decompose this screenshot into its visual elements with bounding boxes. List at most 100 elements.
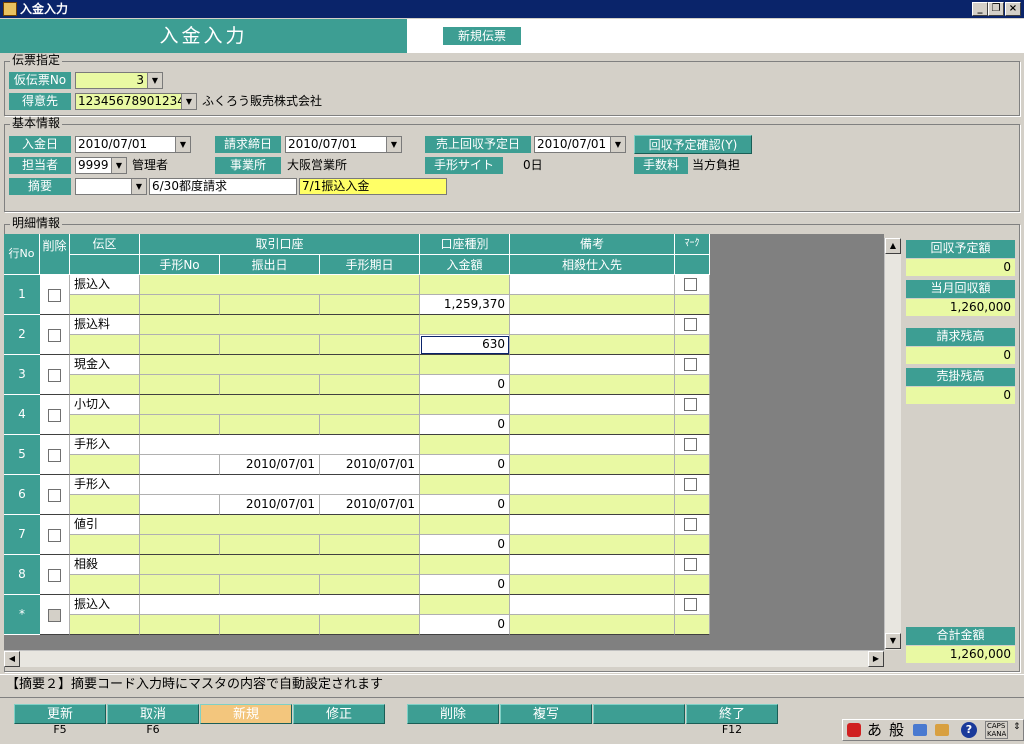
mark-checkbox[interactable]: [684, 318, 697, 331]
ime-pad-icon[interactable]: [935, 724, 949, 736]
account-cell[interactable]: [140, 275, 420, 295]
mark-checkbox[interactable]: [684, 438, 697, 451]
chevron-down-icon[interactable]: ▼: [386, 137, 401, 152]
amount-cell[interactable]: 0: [420, 375, 510, 395]
minimize-button[interactable]: _: [972, 2, 988, 16]
type-cell[interactable]: 小切入: [70, 395, 140, 415]
offset-supplier-cell[interactable]: [510, 455, 675, 475]
account-type-cell[interactable]: [420, 275, 510, 295]
remarks-cell[interactable]: [510, 355, 675, 375]
chevron-down-icon[interactable]: ▼: [111, 158, 126, 173]
staff-code-select[interactable]: 9999 ▼: [75, 157, 127, 174]
type-sub-cell[interactable]: [70, 575, 140, 595]
remarks-cell[interactable]: [510, 315, 675, 335]
scroll-down-icon[interactable]: ▼: [885, 633, 901, 649]
amount-cell[interactable]: 630: [420, 335, 510, 355]
account-type-cell[interactable]: [420, 315, 510, 335]
chevron-down-icon[interactable]: ▼: [131, 179, 146, 194]
delete-checkbox[interactable]: [48, 289, 61, 302]
delete-checkbox[interactable]: [48, 569, 61, 582]
remarks-cell[interactable]: [510, 555, 675, 575]
ime-tool-icon[interactable]: [913, 724, 927, 736]
account-cell[interactable]: [140, 315, 420, 335]
account-type-cell[interactable]: [420, 555, 510, 575]
note-no-cell[interactable]: [140, 415, 220, 435]
summary-code-select[interactable]: ▼: [75, 178, 147, 195]
offset-supplier-cell[interactable]: [510, 415, 675, 435]
customer-code-select[interactable]: 12345678901234 ▼: [75, 93, 197, 110]
remarks-cell[interactable]: [510, 275, 675, 295]
account-cell[interactable]: [140, 515, 420, 535]
type-sub-cell[interactable]: [70, 335, 140, 355]
summary2-input[interactable]: 7/1振込入金: [299, 178, 447, 195]
issue-date-cell[interactable]: [220, 295, 320, 315]
restore-button[interactable]: ❐: [988, 2, 1004, 16]
due-date-cell[interactable]: [320, 415, 420, 435]
offset-supplier-cell[interactable]: [510, 615, 675, 635]
account-cell[interactable]: [140, 555, 420, 575]
chevron-down-icon[interactable]: ▼: [610, 137, 625, 152]
amount-cell[interactable]: 0: [420, 615, 510, 635]
deposit-date-field[interactable]: 2010/07/01 ▼: [75, 136, 191, 153]
summary1-input[interactable]: 6/30都度請求: [149, 178, 297, 195]
amount-cell[interactable]: 0: [420, 415, 510, 435]
type-cell[interactable]: 振込入: [70, 595, 140, 615]
type-sub-cell[interactable]: [70, 495, 140, 515]
amount-cell[interactable]: 0: [420, 575, 510, 595]
issue-date-cell[interactable]: 2010/07/01: [220, 455, 320, 475]
note-no-cell[interactable]: [140, 575, 220, 595]
issue-date-cell[interactable]: [220, 535, 320, 555]
fkey-button-4[interactable]: 修正: [293, 704, 385, 724]
temp-no-select[interactable]: 3 ▼: [75, 72, 163, 89]
remarks-cell[interactable]: [510, 395, 675, 415]
type-cell[interactable]: 値引: [70, 515, 140, 535]
chevron-down-icon[interactable]: ▼: [181, 94, 196, 109]
closing-date-field[interactable]: 2010/07/01 ▼: [285, 136, 402, 153]
type-sub-cell[interactable]: [70, 415, 140, 435]
issue-date-cell[interactable]: [220, 375, 320, 395]
account-cell[interactable]: [140, 395, 420, 415]
amount-cell[interactable]: 0: [420, 535, 510, 555]
note-no-cell[interactable]: [140, 495, 220, 515]
type-sub-cell[interactable]: [70, 535, 140, 555]
due-date-cell[interactable]: [320, 375, 420, 395]
due-date-cell[interactable]: 2010/07/01: [320, 495, 420, 515]
mark-checkbox[interactable]: [684, 558, 697, 571]
mark-checkbox[interactable]: [684, 598, 697, 611]
account-type-cell[interactable]: [420, 475, 510, 495]
issue-date-cell[interactable]: [220, 575, 320, 595]
note-no-cell[interactable]: [140, 295, 220, 315]
delete-checkbox[interactable]: [48, 489, 61, 502]
issue-date-cell[interactable]: [220, 335, 320, 355]
ime-menu-icon[interactable]: ⇕: [1013, 722, 1021, 732]
issue-date-cell[interactable]: [220, 615, 320, 635]
ime-dictionary[interactable]: 般: [889, 720, 904, 740]
account-type-cell[interactable]: [420, 595, 510, 615]
due-date-cell[interactable]: [320, 535, 420, 555]
chevron-down-icon[interactable]: ▼: [175, 137, 190, 152]
type-cell[interactable]: 振込入: [70, 275, 140, 295]
fkey-button-1[interactable]: 更新: [14, 704, 106, 724]
offset-supplier-cell[interactable]: [510, 295, 675, 315]
amount-cell[interactable]: 0: [420, 455, 510, 475]
mark-checkbox[interactable]: [684, 478, 697, 491]
amount-cell[interactable]: 0: [420, 495, 510, 515]
remarks-cell[interactable]: [510, 515, 675, 535]
type-cell[interactable]: 振込料: [70, 315, 140, 335]
type-cell[interactable]: 相殺: [70, 555, 140, 575]
note-no-cell[interactable]: [140, 335, 220, 355]
mark-checkbox[interactable]: [684, 398, 697, 411]
note-no-cell[interactable]: [140, 535, 220, 555]
sales-collect-date-field[interactable]: 2010/07/01 ▼: [534, 136, 626, 153]
account-type-cell[interactable]: [420, 355, 510, 375]
offset-supplier-cell[interactable]: [510, 335, 675, 355]
ime-mode[interactable]: あ: [867, 720, 882, 740]
account-cell[interactable]: [140, 595, 420, 615]
delete-checkbox[interactable]: [48, 369, 61, 382]
note-no-cell[interactable]: [140, 615, 220, 635]
remarks-cell[interactable]: [510, 595, 675, 615]
amount-cell[interactable]: 1,259,370: [420, 295, 510, 315]
collect-confirm-button[interactable]: 回収予定確認(Y): [634, 135, 752, 154]
delete-checkbox[interactable]: [48, 329, 61, 342]
account-cell[interactable]: [140, 355, 420, 375]
